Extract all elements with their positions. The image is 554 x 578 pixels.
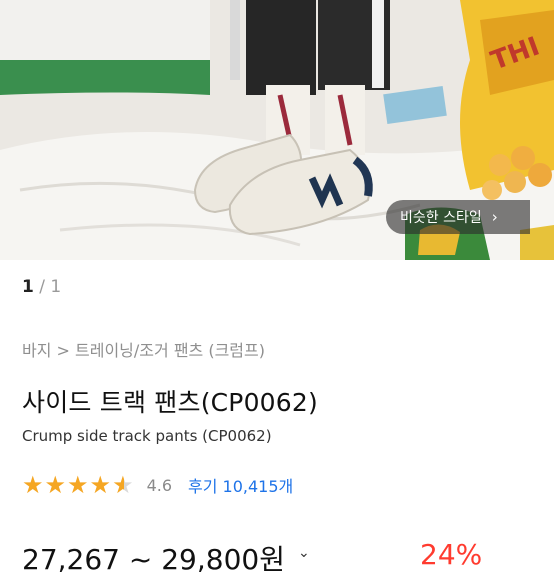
review-count-link[interactable]: 후기 10,415개 bbox=[188, 473, 293, 497]
chevron-right-icon: › bbox=[491, 208, 498, 226]
star-icon: ★ bbox=[22, 471, 44, 499]
similar-style-label: 비슷한 스타일 bbox=[400, 210, 482, 226]
rating-row: ★ ★ ★ ★ ★ 4.6 후기 10,415개 bbox=[22, 472, 293, 498]
pager-total: 1 bbox=[50, 277, 62, 297]
star-icon: ★ bbox=[44, 471, 67, 499]
price-range: 27,267 ~ 29,800원 bbox=[22, 543, 285, 576]
pager-separator: / bbox=[33, 277, 51, 297]
discount-rate: 24% bbox=[420, 538, 483, 571]
rating-score: 4.6 bbox=[146, 475, 173, 495]
star-icon: ★ bbox=[89, 471, 112, 499]
product-subtitle: Crump side track pants (CP0062) bbox=[22, 427, 272, 445]
star-icon: ★ bbox=[67, 471, 89, 499]
breadcrumb[interactable]: 바지 > 트레이닝/조거 팬츠 (크럼프) bbox=[22, 337, 265, 361]
pager-current: 1 bbox=[22, 277, 34, 297]
product-title: 사이드 트랙 팬츠(CP0062) bbox=[22, 388, 318, 417]
product-image[interactable]: THI 비슷한 스타일 › bbox=[0, 0, 554, 260]
star-rating: ★ ★ ★ ★ ★ bbox=[22, 472, 135, 498]
half-star-icon: ★ bbox=[112, 471, 134, 499]
chevron-down-icon[interactable]: ⌄ bbox=[298, 545, 310, 561]
image-pager: 1 / 1 bbox=[22, 277, 61, 297]
similar-style-button[interactable]: 비슷한 스타일 › bbox=[386, 200, 530, 234]
